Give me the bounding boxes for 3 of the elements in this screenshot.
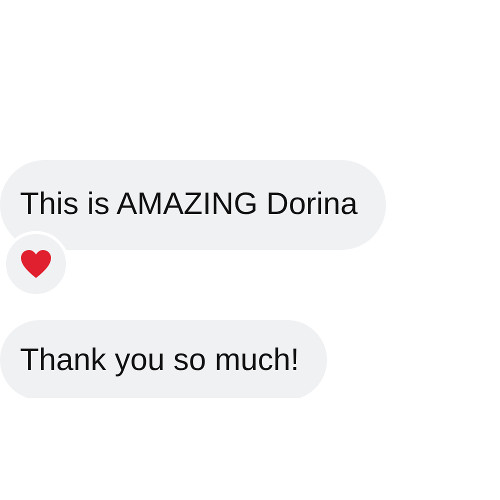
message-bubble: Thank you so much! bbox=[0, 320, 328, 398]
message-bubble: This is AMAZING Dorina bbox=[0, 160, 386, 250]
heart-icon bbox=[20, 249, 52, 279]
